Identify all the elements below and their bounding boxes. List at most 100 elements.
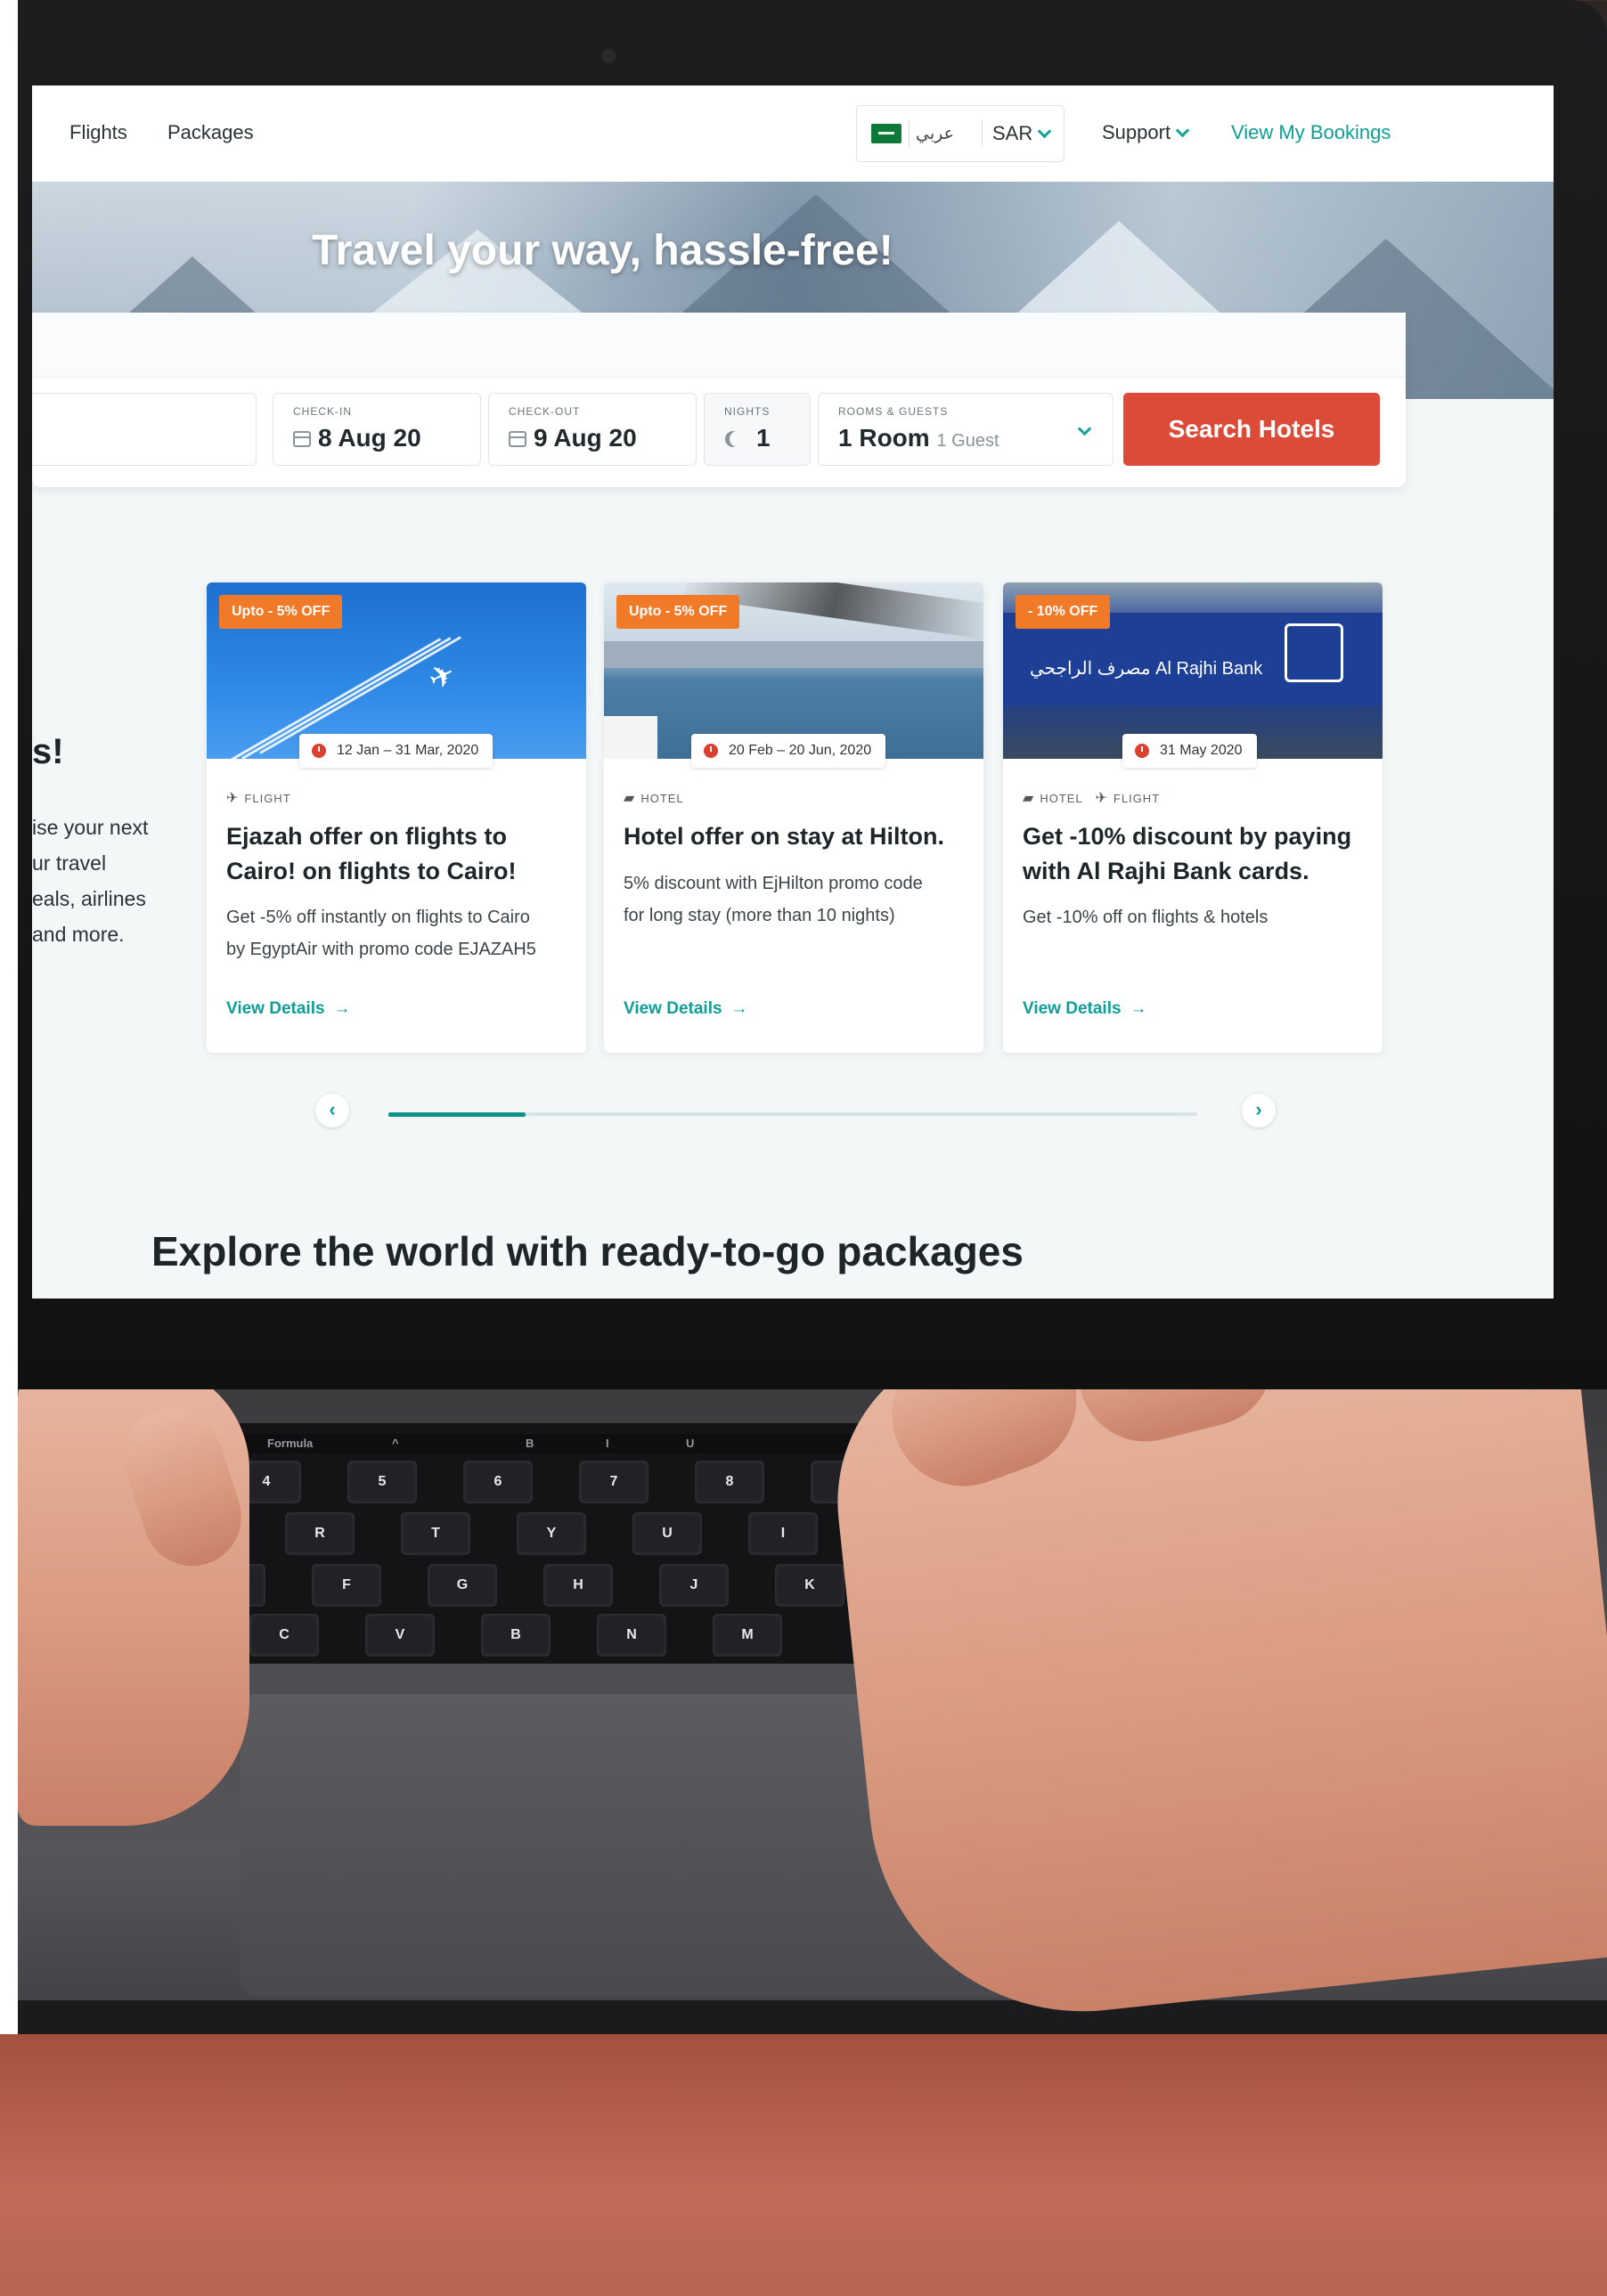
support-menu[interactable]: Support	[1102, 121, 1190, 144]
offer-card[interactable]: مصرف الراجحي Al Rajhi Bank - 10% OFF 31 …	[1003, 582, 1383, 1053]
bank-logo-icon	[1285, 623, 1343, 682]
hotel-icon: ▰	[624, 791, 636, 806]
hero-title: Travel your way, hassle-free!	[312, 227, 893, 274]
offer-categories: ▰ HOTEL ✈ FLIGHT	[1023, 789, 1160, 807]
key: T	[401, 1512, 470, 1555]
carousel-prev-button[interactable]: ‹	[315, 1094, 349, 1128]
divider	[909, 120, 910, 147]
offer-date: 20 Feb – 20 Jun, 2020	[691, 734, 886, 768]
chevron-down-icon	[1175, 123, 1190, 138]
view-details-label: View Details	[624, 999, 722, 1018]
checkout-label: CHECK-OUT	[509, 405, 581, 418]
checkin-date: 8 Aug 20	[318, 424, 421, 452]
view-details-label: View Details	[1023, 999, 1122, 1018]
discount-badge: - 10% OFF	[1016, 595, 1111, 629]
saudi-flag-icon	[871, 124, 901, 143]
support-label: Support	[1102, 121, 1171, 143]
divider	[982, 120, 983, 147]
rooms-guests-value: 1 Room 1 Guest	[838, 424, 999, 452]
offer-desc-line: 5% discount with EjHilton promo code	[624, 874, 923, 893]
offer-categories: ▰ HOTEL	[624, 789, 684, 807]
checkout-field[interactable]: CHECK-OUT 9 Aug 20	[488, 393, 697, 466]
key: 5	[347, 1461, 417, 1503]
key: I	[748, 1512, 818, 1555]
touchbar-underline: U	[686, 1437, 695, 1450]
bank-sign-text: مصرف الراجحي Al Rajhi Bank	[1030, 659, 1263, 679]
rooms-guests-label: ROOMS & GUESTS	[838, 405, 949, 418]
screen: Flights Packages عربي SAR Support View M…	[32, 85, 1554, 1299]
promo-text-line: ur travel	[32, 851, 107, 875]
offer-date-text: 20 Feb – 20 Jun, 2020	[729, 743, 872, 758]
clock-icon	[704, 744, 718, 758]
category-label: FLIGHT	[244, 792, 291, 805]
key: H	[543, 1564, 613, 1607]
offer-date-text: 31 May 2020	[1160, 743, 1243, 758]
search-hotels-button[interactable]: Search Hotels	[1123, 393, 1380, 466]
promo-text-line: and more.	[32, 923, 125, 946]
key: 8	[695, 1461, 764, 1503]
flight-icon: ✈	[226, 791, 240, 806]
view-details-link[interactable]: View Details →	[1023, 999, 1147, 1019]
hotel-search-panel: CHECK-IN 8 Aug 20 CHECK-OUT 9 Aug 20 NIG…	[32, 313, 1406, 487]
nights-field[interactable]: NIGHTS 1	[704, 393, 811, 466]
language-toggle[interactable]: عربي	[916, 124, 954, 144]
view-details-label: View Details	[226, 999, 325, 1018]
rooms-guests-field[interactable]: ROOMS & GUESTS 1 Room 1 Guest	[818, 393, 1113, 466]
key: F	[312, 1564, 381, 1607]
checkin-value: 8 Aug 20	[293, 424, 421, 452]
category-label: HOTEL	[640, 792, 684, 805]
view-details-link[interactable]: View Details →	[226, 999, 351, 1019]
offer-card[interactable]: Upto - 5% OFF 20 Feb – 20 Jun, 2020 ▰ HOT…	[604, 582, 983, 1053]
key: C	[249, 1614, 319, 1657]
nav-packages[interactable]: Packages	[167, 121, 254, 144]
category-label: FLIGHT	[1113, 792, 1161, 805]
promo-text-line: eals, airlines	[32, 887, 146, 910]
destination-field[interactable]	[32, 393, 257, 466]
promo-title: s!	[32, 732, 64, 771]
carousel-progress-fill	[388, 1112, 526, 1117]
desk-surface	[0, 2034, 1607, 2296]
key: 6	[463, 1461, 533, 1503]
category-label: HOTEL	[1040, 792, 1083, 805]
arrow-right-icon: →	[730, 999, 748, 1018]
search-panel-header	[32, 313, 1406, 378]
nights-value: 1	[724, 424, 771, 452]
checkout-date: 9 Aug 20	[534, 424, 637, 452]
offer-title: Hotel offer on stay at Hilton.	[624, 823, 945, 850]
calendar-icon	[509, 431, 526, 447]
carousel-next-button[interactable]: ›	[1242, 1094, 1276, 1128]
offer-desc-line: for long stay (more than 10 nights)	[624, 906, 895, 925]
clock-icon	[1135, 744, 1149, 758]
rooms-count: 1 Room	[838, 424, 930, 452]
chevron-down-icon	[1077, 421, 1092, 436]
offer-title: Ejazah offer on flights to Cairo! on fli…	[226, 823, 517, 884]
nights-count: 1	[756, 424, 771, 452]
laptop-front-edge	[18, 2000, 1607, 2034]
view-bookings-link[interactable]: View My Bookings	[1231, 121, 1391, 144]
key: J	[659, 1564, 729, 1607]
checkout-value: 9 Aug 20	[509, 424, 637, 452]
promo-text-line: ise your next	[32, 816, 149, 839]
nav-flights[interactable]: Flights	[69, 121, 127, 144]
chevron-down-icon	[1037, 124, 1052, 139]
offer-date-text: 12 Jan – 31 Mar, 2020	[337, 743, 479, 758]
offer-card[interactable]: ✈ Upto - 5% OFF 12 Jan – 31 Mar, 2020 ✈ F…	[207, 582, 586, 1053]
top-nav: Flights Packages عربي SAR Support View M…	[32, 85, 1554, 183]
hotel-icon: ▰	[1023, 791, 1035, 806]
touchbar-caret: ^	[392, 1437, 399, 1450]
currency-label: SAR	[992, 122, 1033, 144]
language-currency-selector[interactable]: عربي SAR	[856, 105, 1065, 162]
camera-icon	[601, 49, 616, 63]
carousel-progress[interactable]	[388, 1112, 1197, 1117]
offer-title: Get -10% discount by paying with Al Rajh…	[1023, 823, 1352, 884]
clock-icon	[312, 744, 326, 758]
checkin-field[interactable]: CHECK-IN 8 Aug 20	[273, 393, 481, 466]
key: V	[365, 1614, 435, 1657]
currency-select[interactable]: SAR	[992, 122, 1052, 145]
offer-desc-line: Get -10% off on flights & hotels	[1023, 908, 1268, 927]
view-details-link[interactable]: View Details →	[624, 999, 748, 1019]
key: N	[597, 1614, 666, 1657]
key: B	[481, 1614, 551, 1657]
offer-desc-line: by EgyptAir with promo code EJAZAH5	[226, 940, 536, 959]
key: K	[775, 1564, 844, 1607]
